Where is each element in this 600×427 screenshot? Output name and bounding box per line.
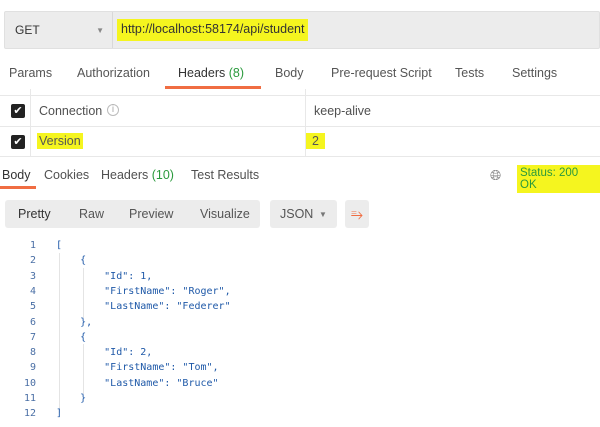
column-divider xyxy=(305,89,306,157)
method-select[interactable]: GET ▼ xyxy=(5,12,113,48)
code-line: "LastName": "Federer" xyxy=(56,301,231,313)
line-number: 4 xyxy=(29,285,36,297)
tab-pre-request-script[interactable]: Pre-request Script xyxy=(331,66,432,80)
tab-headers[interactable]: Headers (8) xyxy=(178,66,244,80)
response-tabs: Body Cookies Headers (10) Test Results 🌐… xyxy=(0,165,600,193)
wrap-icon: ⥱ xyxy=(350,205,363,223)
line-number: 8 xyxy=(29,347,36,359)
globe-icon[interactable]: 🌐︎ xyxy=(490,167,501,184)
method-label: GET xyxy=(15,23,40,37)
tab-response-headers[interactable]: Headers (10) xyxy=(101,168,174,182)
chevron-down-icon: ▼ xyxy=(96,25,104,35)
line-number: 5 xyxy=(29,301,36,313)
header-row: ✔ Version 2 xyxy=(0,126,600,157)
code-line: { xyxy=(56,331,87,343)
line-number: 10 xyxy=(23,377,36,389)
code-line: ] xyxy=(56,408,63,420)
tab-cookies[interactable]: Cookies xyxy=(44,168,89,182)
header-checkbox[interactable]: ✔ xyxy=(11,135,25,149)
info-icon[interactable]: i xyxy=(107,104,119,116)
code-line: }, xyxy=(56,316,93,328)
tab-authorization[interactable]: Authorization xyxy=(77,66,150,80)
line-number: 1 xyxy=(29,240,36,251)
tab-response-body[interactable]: Body xyxy=(2,168,31,182)
code-line: } xyxy=(56,393,87,404)
code-line: "Id": 2, xyxy=(56,347,153,359)
code-line: "Id": 1, xyxy=(56,270,153,282)
view-raw[interactable]: Raw xyxy=(79,207,104,221)
url-input[interactable]: http://localhost:58174/api/student xyxy=(117,19,309,41)
tab-headers-label: Headers xyxy=(178,66,226,80)
header-value: 2 xyxy=(306,133,325,149)
tab-params[interactable]: Params xyxy=(9,66,52,80)
code-line: { xyxy=(56,255,87,267)
wrap-lines-button[interactable]: ⥱ xyxy=(345,200,369,228)
url-bar: GET ▼ http://localhost:58174/api/student xyxy=(4,11,600,49)
line-number: 11 xyxy=(23,393,36,404)
tab-tests[interactable]: Tests xyxy=(455,66,484,80)
view-visualize[interactable]: Visualize xyxy=(200,207,250,221)
code-line: [ xyxy=(56,240,63,251)
format-select[interactable]: JSON ▼ xyxy=(270,200,337,228)
active-response-tab-underline xyxy=(0,186,36,189)
header-key: Version xyxy=(37,133,83,149)
tab-response-headers-label: Headers xyxy=(101,168,149,182)
code-line: "FirstName": "Tom", xyxy=(56,362,219,374)
tab-headers-count: (8) xyxy=(228,66,245,80)
tab-response-headers-count: (10) xyxy=(151,168,174,182)
line-number: 7 xyxy=(29,331,36,343)
code-line: "FirstName": "Roger", xyxy=(56,285,231,297)
line-number: 12 xyxy=(23,408,36,420)
line-number: 2 xyxy=(29,255,36,267)
header-value: keep-alive xyxy=(314,104,371,118)
tab-test-results[interactable]: Test Results xyxy=(191,168,259,182)
tab-settings[interactable]: Settings xyxy=(512,66,557,80)
format-label: JSON xyxy=(280,207,314,221)
line-number: 3 xyxy=(29,270,36,282)
request-tabs: Params Authorization Headers (8) Body Pr… xyxy=(0,66,600,88)
active-tab-underline xyxy=(165,86,261,89)
chevron-down-icon: ▼ xyxy=(319,209,327,219)
view-mode-group: Pretty Raw Preview Visualize xyxy=(5,200,260,228)
line-number: 6 xyxy=(29,316,36,328)
status-label: Status: xyxy=(520,167,556,179)
header-checkbox[interactable]: ✔ xyxy=(11,104,25,118)
line-number: 9 xyxy=(29,362,36,374)
code-line: "LastName": "Bruce" xyxy=(56,377,219,389)
header-key: Connection xyxy=(39,104,103,118)
header-row: ✔ Connection i keep-alive xyxy=(0,95,600,126)
view-pretty[interactable]: Pretty xyxy=(18,207,51,221)
tab-body[interactable]: Body xyxy=(275,66,304,80)
view-preview[interactable]: Preview xyxy=(129,207,173,221)
status-badge: Status: 200 OK xyxy=(517,165,600,193)
column-divider xyxy=(30,89,31,157)
